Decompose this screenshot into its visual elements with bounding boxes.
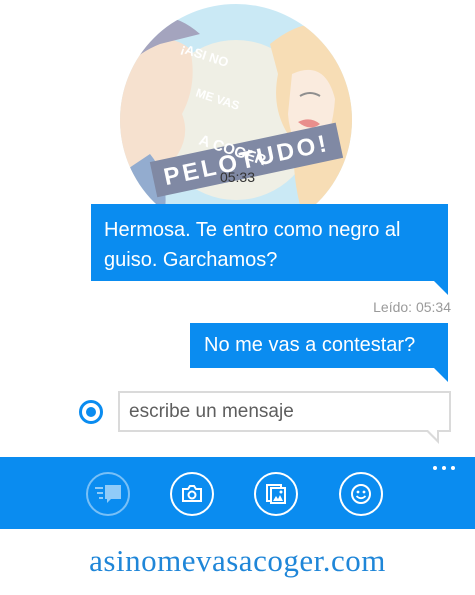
sim-select-radio[interactable] — [79, 400, 103, 424]
bubble-tail — [434, 281, 448, 295]
contact-avatar: PELOTUDO! ¡ASI NO ME VAS A COGER — [120, 4, 352, 236]
camera-icon — [182, 485, 202, 502]
app-bar — [0, 457, 475, 529]
emoji-icon — [351, 484, 371, 504]
watermark-text: asinomevasacoger.com — [89, 543, 386, 578]
compose-tail — [426, 429, 439, 444]
camera-button[interactable] — [170, 472, 214, 516]
attach-photo-button[interactable] — [254, 472, 298, 516]
attach-icon — [266, 484, 286, 504]
dot — [433, 466, 437, 470]
message-bubble-outgoing[interactable]: Hermosa. Te entro como negro al guiso. G… — [91, 204, 448, 295]
bubble-tail — [434, 368, 448, 382]
read-receipt: Leído: 05:34 — [373, 299, 451, 315]
message-text: No me vas a contestar? — [204, 334, 416, 356]
dot — [442, 466, 446, 470]
message-input[interactable] — [120, 393, 449, 430]
more-dots-icon[interactable] — [433, 466, 455, 470]
compose-box[interactable] — [118, 391, 451, 444]
message-text: Hermosa. Te entro como negro al guiso. G… — [104, 219, 401, 271]
emoji-button[interactable] — [339, 472, 383, 516]
dot — [451, 466, 455, 470]
send-button[interactable] — [86, 472, 130, 516]
message-bubble-outgoing[interactable]: No me vas a contestar? — [190, 323, 448, 382]
send-icon — [95, 485, 121, 503]
conversation-timestamp: 05:33 — [219, 169, 256, 185]
